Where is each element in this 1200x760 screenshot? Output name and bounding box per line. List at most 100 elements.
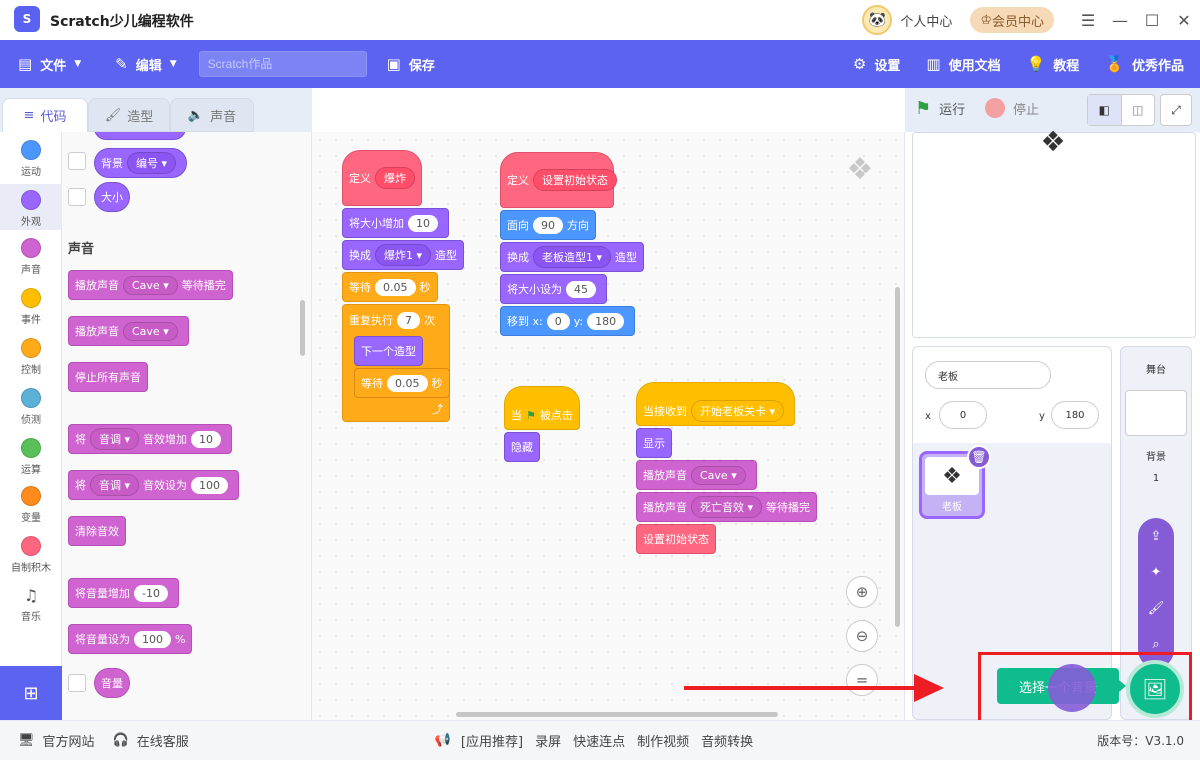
- vip-button[interactable]: ♔ 会员中心: [970, 7, 1054, 33]
- palette-block-partial[interactable]: [94, 132, 186, 140]
- block-stop-all-sounds[interactable]: 停止所有声音: [68, 362, 148, 392]
- zoom-in-icon[interactable]: ⊕: [846, 576, 878, 608]
- close-icon[interactable]: ✕: [1168, 11, 1200, 30]
- effect-set-input[interactable]: 100: [191, 476, 229, 494]
- online-service-link[interactable]: 在线客服: [137, 731, 189, 750]
- block-define-explode[interactable]: 定义 爆炸: [342, 150, 422, 206]
- block-point-direction[interactable]: 面向 90 方向: [500, 210, 596, 240]
- recommend-record[interactable]: 录屏: [535, 731, 561, 750]
- palette-scrollbar[interactable]: [300, 300, 305, 356]
- category-variables[interactable]: 变量: [0, 486, 62, 524]
- block-play-sound-s4[interactable]: 播放声音 Cave ▾: [636, 460, 757, 490]
- block-next-costume[interactable]: 下一个造型: [354, 336, 423, 366]
- stop-button[interactable]: 停止: [985, 98, 1039, 118]
- sound-dropdown[interactable]: Cave ▾: [123, 275, 178, 295]
- direction-input[interactable]: 90: [533, 216, 563, 234]
- category-motion[interactable]: 运动: [0, 140, 62, 178]
- costume-dropdown[interactable]: 爆炸1 ▾: [375, 244, 432, 266]
- block-define-init[interactable]: 定义 设置初始状态: [500, 152, 617, 208]
- paint-icon[interactable]: 🖌: [1138, 590, 1174, 626]
- checkbox-backdrop[interactable]: [68, 152, 86, 170]
- block-change-effect[interactable]: 将音调 ▾ 音效增加 10: [68, 424, 233, 454]
- x-input[interactable]: 0: [546, 312, 570, 330]
- project-title-input[interactable]: [198, 51, 367, 77]
- category-events[interactable]: 事件: [0, 288, 62, 326]
- recommend-autoclick[interactable]: 快速连点: [573, 731, 625, 750]
- block-change-volume[interactable]: 将音量增加 -10: [68, 578, 179, 608]
- avatar[interactable]: 🐼: [862, 5, 893, 35]
- works-button[interactable]: 🏅 优秀作品: [1105, 55, 1184, 74]
- large-stage-icon[interactable]: ◫: [1122, 95, 1155, 125]
- file-menu[interactable]: ▤ 文件 ▼: [18, 55, 81, 74]
- add-extension-button[interactable]: ⊞: [0, 666, 62, 720]
- block-size[interactable]: 大小: [94, 182, 130, 212]
- official-site-link[interactable]: 官方网站: [43, 731, 95, 750]
- sprite-y-input[interactable]: 180: [1051, 401, 1099, 429]
- category-sensing[interactable]: 侦测: [0, 388, 62, 426]
- sound-dropdown[interactable]: 死亡音效 ▾: [691, 496, 763, 518]
- fullscreen-icon[interactable]: ⤢: [1160, 94, 1192, 126]
- block-set-effect[interactable]: 将音调 ▾ 音效设为 100: [68, 470, 240, 500]
- zoom-out-icon[interactable]: ⊖: [846, 620, 878, 652]
- recommend-audio[interactable]: 音频转换: [701, 731, 753, 750]
- sprite-name-input[interactable]: 老板: [925, 361, 1051, 389]
- tutorial-button[interactable]: 💡 教程: [1027, 55, 1080, 74]
- category-myblocks[interactable]: 自制积木: [0, 536, 62, 574]
- boss-sprite[interactable]: ❖: [1021, 125, 1085, 165]
- block-backdrop-number[interactable]: 背景 编号 ▾: [94, 148, 188, 178]
- script-workspace[interactable]: ❖ 定义 爆炸 将大小增加 10 换成 爆炸1 ▾ 造型 等待 0.05 秒 重复执行 7 次 …: [312, 132, 905, 720]
- block-play-sound-until-done[interactable]: 播放声音 Cave ▾ 等待播完: [68, 270, 233, 300]
- effect-dropdown[interactable]: 音调 ▾: [90, 428, 140, 450]
- category-looks[interactable]: 外观: [0, 184, 62, 230]
- recommend-video[interactable]: 制作视频: [637, 731, 689, 750]
- delete-icon[interactable]: 🗑: [967, 445, 991, 469]
- save-button[interactable]: ▣ 保存: [387, 55, 435, 74]
- block-wait[interactable]: 等待 0.05 秒: [342, 272, 438, 302]
- block-call-init[interactable]: 设置初始状态: [636, 524, 716, 554]
- size-set-input[interactable]: 45: [566, 280, 596, 298]
- effect-change-input[interactable]: 10: [191, 430, 222, 448]
- block-when-flag-clicked[interactable]: 当 ⚑ 被点击: [504, 386, 580, 430]
- category-music[interactable]: ♫ 音乐: [0, 586, 62, 623]
- block-volume[interactable]: 音量: [94, 668, 130, 698]
- sound-dropdown[interactable]: Cave ▾: [691, 465, 746, 485]
- wait-input[interactable]: 0.05: [375, 278, 416, 296]
- user-center-link[interactable]: 个人中心: [900, 11, 952, 30]
- volume-set-input[interactable]: 100: [134, 630, 171, 648]
- upload-icon[interactable]: ⇪: [1138, 518, 1174, 554]
- block-set-size[interactable]: 将大小设为 45: [500, 274, 607, 304]
- workspace-h-scrollbar[interactable]: [456, 712, 778, 717]
- block-switch-costume-2[interactable]: 换成 老板造型1 ▾ 造型: [500, 242, 645, 272]
- run-button[interactable]: ⚑ 运行: [915, 98, 965, 119]
- workspace-v-scrollbar[interactable]: [895, 287, 900, 627]
- edit-menu[interactable]: ✎ 编辑 ▼: [115, 55, 177, 74]
- docs-button[interactable]: ▥ 使用文档: [926, 55, 1000, 74]
- block-when-receive[interactable]: 当接收到 开始老板关卡 ▾: [636, 382, 796, 426]
- small-stage-icon[interactable]: ◧: [1088, 95, 1122, 125]
- stage-thumb[interactable]: [1125, 390, 1187, 436]
- block-show[interactable]: 显示: [636, 428, 672, 458]
- stage-canvas[interactable]: ❖: [912, 125, 1196, 338]
- category-operators[interactable]: 运算: [0, 438, 62, 476]
- block-play-until-done-s4[interactable]: 播放声音 死亡音效 ▾ 等待播完: [636, 492, 818, 522]
- settings-button[interactable]: ⚙ 设置: [853, 55, 900, 74]
- surprise-icon[interactable]: ✦: [1138, 554, 1174, 590]
- block-set-volume[interactable]: 将音量设为 100%: [68, 624, 193, 654]
- block-switch-costume[interactable]: 换成 爆炸1 ▾ 造型: [342, 240, 465, 270]
- menu-icon[interactable]: ☰: [1072, 11, 1104, 30]
- message-dropdown[interactable]: 开始老板关卡 ▾: [691, 400, 785, 422]
- block-hide[interactable]: 隐藏: [504, 432, 540, 462]
- block-change-size[interactable]: 将大小增加 10: [342, 208, 449, 238]
- sound-dropdown[interactable]: Cave ▾: [123, 321, 178, 341]
- repeat-input[interactable]: 7: [397, 312, 420, 329]
- choose-backdrop-button[interactable]: 🖼: [1126, 660, 1184, 718]
- effect-dropdown[interactable]: 音调 ▾: [90, 474, 140, 496]
- checkbox-volume[interactable]: [68, 674, 86, 692]
- checkbox-size[interactable]: [68, 188, 86, 206]
- sprite-menu-button[interactable]: [1048, 664, 1096, 712]
- size-input[interactable]: 10: [408, 214, 438, 232]
- block-wait-inner[interactable]: 等待 0.05 秒: [354, 368, 450, 398]
- tab-costume[interactable]: 🖌 造型: [88, 98, 170, 132]
- block-clear-effects[interactable]: 清除音效: [68, 516, 126, 546]
- sprite-x-input[interactable]: 0: [939, 401, 987, 429]
